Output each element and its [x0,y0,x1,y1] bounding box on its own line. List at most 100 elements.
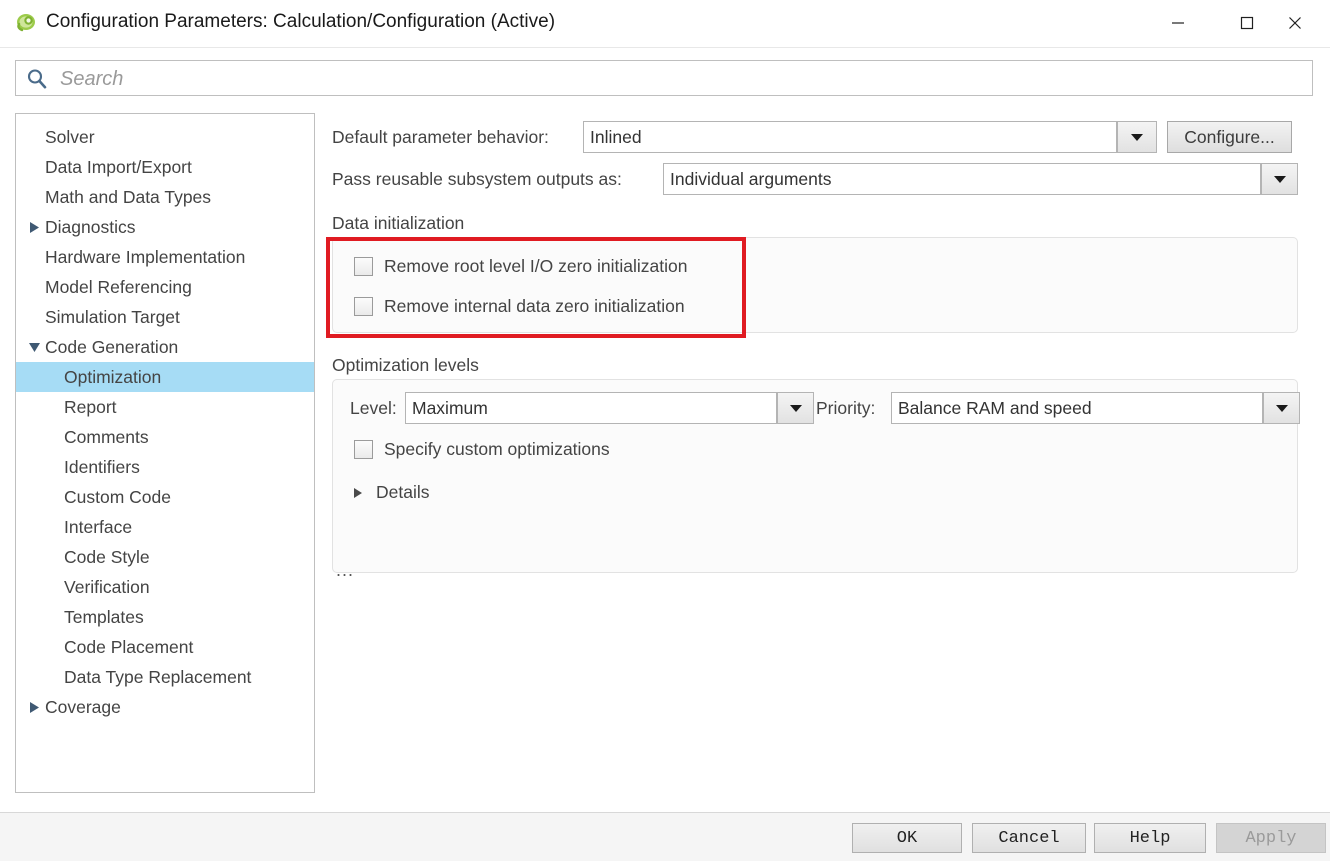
sidebar-item-code-generation[interactable]: Code Generation [16,332,314,362]
sidebar-item-label: Data Import/Export [45,157,192,177]
dialog-footer: OK Cancel Help Apply [0,812,1330,861]
sidebar-item-label: Code Style [64,547,150,567]
sidebar-item-model-referencing[interactable]: Model Referencing [16,272,314,302]
cancel-button-label: Cancel [998,828,1060,848]
sidebar-item-label: Optimization [64,367,162,387]
sidebar-item-label: Data Type Replacement [64,667,252,687]
triangle-down-icon[interactable] [26,332,42,362]
pass-reusable-subsystem-outputs-label: Pass reusable subsystem outputs as: [332,169,622,189]
search-input[interactable]: Search [15,60,1313,96]
minimize-button[interactable] [1155,0,1201,46]
pass-reusable-subsystem-outputs-value: Individual arguments [670,168,832,189]
priority-label: Priority: [816,398,876,418]
triangle-right-icon[interactable] [26,692,42,722]
sidebar-item-data-type-replacement[interactable]: Data Type Replacement [16,662,314,692]
checkbox-remove-internal-data-zero-init[interactable]: Remove internal data zero initialization [354,296,685,317]
sidebar-item-label: Hardware Implementation [45,247,246,267]
cancel-button[interactable]: Cancel [972,823,1086,853]
level-field[interactable]: Maximum [405,392,777,424]
sidebar-item-label: Comments [64,427,149,447]
configure-button-label: Configure... [1184,126,1275,147]
checkbox-label: Remove internal data zero initialization [384,296,685,316]
sidebar-item-label: Solver [45,127,95,147]
checkbox-box[interactable] [354,297,373,316]
window-title: Configuration Parameters: Calculation/Co… [46,11,556,32]
sidebar-item-label: Math and Data Types [45,187,212,207]
maximize-button[interactable] [1224,0,1270,46]
chevron-down-icon [789,404,802,412]
ok-button[interactable]: OK [852,823,962,853]
sidebar-item-code-placement[interactable]: Code Placement [16,632,314,662]
sidebar-item-hardware-implementation[interactable]: Hardware Implementation [16,242,314,272]
sidebar-item-templates[interactable]: Templates [16,602,314,632]
sidebar-item-identifiers[interactable]: Identifiers [16,452,314,482]
sidebar-item-diagnostics[interactable]: Diagnostics [16,212,314,242]
checkbox-label: Specify custom optimizations [384,439,610,459]
minimize-icon [1172,22,1184,24]
checkbox-label: Remove root level I/O zero initializatio… [384,256,688,276]
chevron-down-icon [1131,133,1143,141]
details-label: Details [376,482,430,502]
level-label: Level: [350,398,397,418]
checkbox-box[interactable] [354,257,373,276]
checkbox-specify-custom-optimizations[interactable]: Specify custom optimizations [354,439,610,460]
sidebar-item-label: Report [64,397,117,417]
sidebar-item-solver[interactable]: Solver [16,122,314,152]
close-button[interactable] [1272,0,1318,46]
sidebar-item-label: Templates [64,607,144,627]
sidebar-item-simulation-target[interactable]: Simulation Target [16,302,314,332]
sidebar-item-comments[interactable]: Comments [16,422,314,452]
sidebar-item-label: Code Generation [45,337,179,357]
sidebar-item-interface[interactable]: Interface [16,512,314,542]
apply-button: Apply [1216,823,1326,853]
pass-reusable-subsystem-outputs-field[interactable]: Individual arguments [663,163,1261,195]
level-dropdown[interactable] [777,392,814,424]
chevron-down-icon [1275,404,1288,412]
priority-dropdown[interactable] [1263,392,1300,424]
overflow-indicator: ... [336,560,355,580]
default-parameter-behavior-field[interactable]: Inlined [583,121,1117,153]
default-parameter-behavior-value: Inlined [590,126,642,147]
sidebar-item-code-style[interactable]: Code Style [16,542,314,572]
default-parameter-behavior-label: Default parameter behavior: [332,127,549,147]
sidebar-item-math-and-data-types[interactable]: Math and Data Types [16,182,314,212]
sidebar-item-report[interactable]: Report [16,392,314,422]
ok-button-label: OK [896,828,918,848]
sidebar-item-optimization[interactable]: Optimization [16,362,314,392]
data-initialization-title: Data initialization [332,213,465,233]
search-placeholder: Search [60,68,124,90]
sidebar-item-label: Simulation Target [45,307,180,327]
level-value: Maximum [412,397,488,418]
priority-field[interactable]: Balance RAM and speed [891,392,1263,424]
default-parameter-behavior-dropdown[interactable] [1117,121,1157,153]
chevron-down-icon [1273,175,1286,183]
sidebar-item-data-import-export[interactable]: Data Import/Export [16,152,314,182]
triangle-right-icon[interactable] [26,212,42,242]
sidebar-item-label: Verification [64,577,150,597]
checkbox-remove-root-level-io-zero-init[interactable]: Remove root level I/O zero initializatio… [354,256,687,277]
pass-reusable-subsystem-outputs-dropdown[interactable] [1261,163,1298,195]
close-icon [1289,17,1301,29]
tree-list: Solver Data Import/Export Math and Data Ty… [16,122,314,722]
optimization-levels-title: Optimization levels [332,355,479,375]
sidebar-item-label: Interface [64,517,133,537]
sidebar-item-label: Model Referencing [45,277,192,297]
sidebar-item-label: Custom Code [64,487,171,507]
help-button[interactable]: Help [1094,823,1206,853]
sidebar-item-verification[interactable]: Verification [16,572,314,602]
checkbox-box[interactable] [354,440,373,459]
sidebar-item-custom-code[interactable]: Custom Code [16,482,314,512]
title-bar: Configuration Parameters: Calculation/Co… [0,0,1330,48]
details-expander[interactable]: Details [350,482,430,503]
maximize-icon [1240,16,1254,30]
settings-pane: Default parameter behavior: Inlined Conf… [326,113,1312,793]
triangle-right-icon [350,487,366,499]
apply-button-label: Apply [1245,828,1297,848]
simulink-icon [16,11,38,33]
sidebar-item-coverage[interactable]: Coverage [16,692,314,722]
sidebar-item-label: Coverage [45,697,121,717]
sidebar-item-label: Diagnostics [45,217,136,237]
search-icon [26,68,48,90]
configure-button[interactable]: Configure... [1167,121,1292,153]
settings-tree[interactable]: Solver Data Import/Export Math and Data Ty… [15,113,315,793]
